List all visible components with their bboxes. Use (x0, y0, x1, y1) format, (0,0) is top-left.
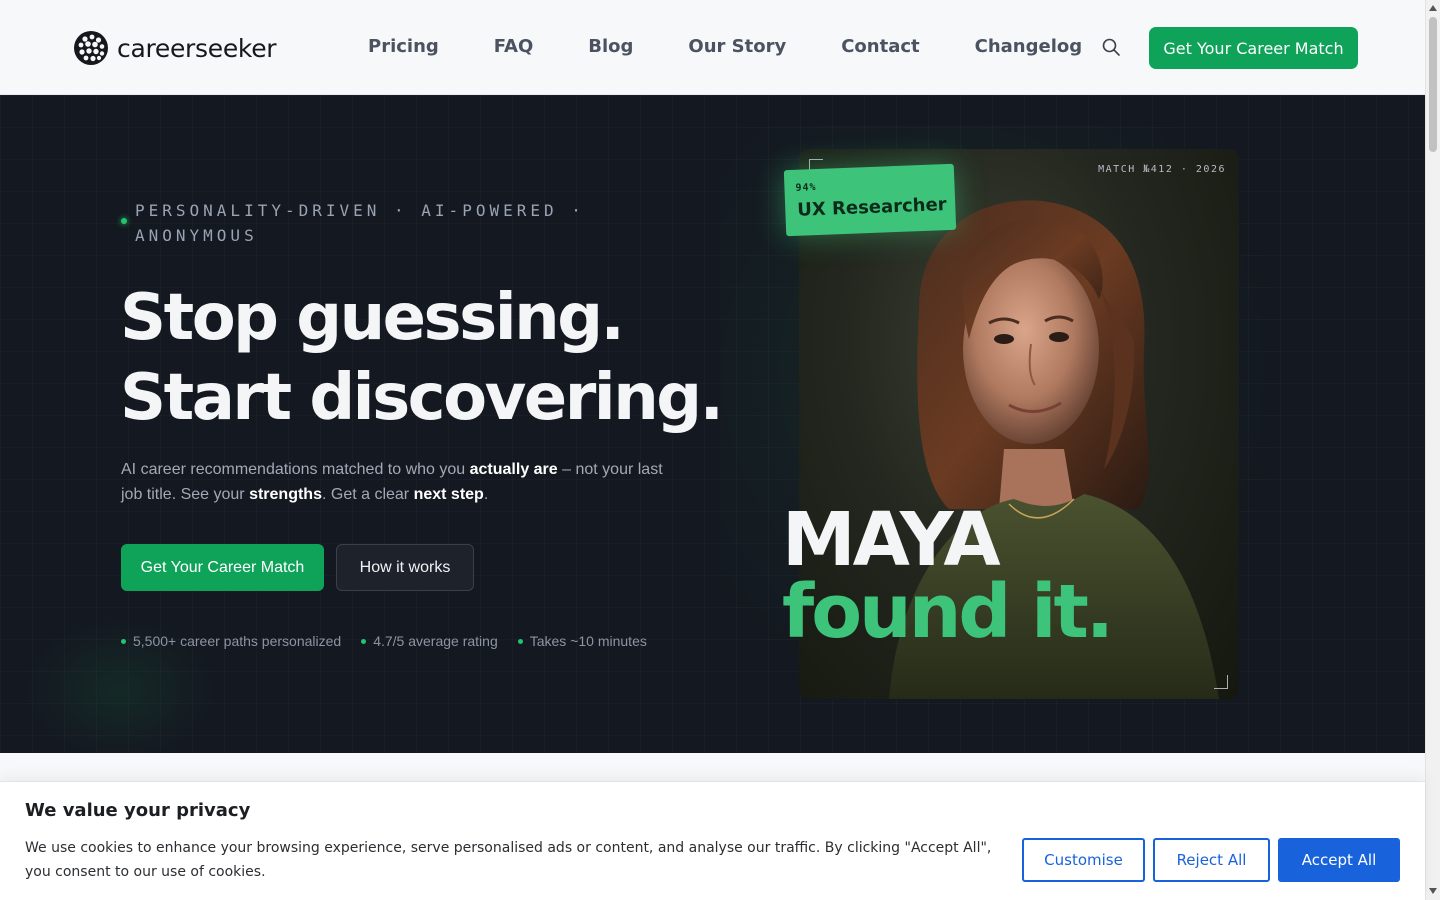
page-scrollbar[interactable] (1425, 0, 1440, 900)
logo-text: careerseeker (117, 33, 277, 63)
match-badge: 94% UX Researcher (783, 163, 957, 237)
main-nav: Pricing FAQ Blog Our Story Contact Chang… (368, 36, 1137, 57)
nav-link-changelog[interactable]: Changelog (975, 36, 1083, 57)
get-career-match-button[interactable]: Get Your Career Match (121, 544, 324, 591)
nav-link-faq[interactable]: FAQ (494, 36, 533, 57)
header-cta-button[interactable]: Get Your Career Match (1149, 27, 1358, 69)
match-code-label: MATCH №412 · 2026 (1098, 164, 1226, 175)
match-percent: 94% (795, 182, 817, 194)
stat-text: 4.7/5 average rating (373, 633, 498, 649)
subtitle-text: . (483, 486, 489, 503)
scroll-up-arrow-icon[interactable] (1429, 5, 1437, 11)
subtitle-emphasis-strengths: strengths (249, 486, 322, 503)
bullet-dot (517, 638, 523, 644)
logo-icon (74, 31, 108, 65)
hero-subtitle: AI career recommendations matched to who… (121, 457, 681, 507)
status-dot (121, 218, 127, 224)
hero-section: PERSONALITY-DRIVEN · AI-POWERED · ANONYM… (0, 95, 1425, 753)
nav-link-contact[interactable]: Contact (841, 36, 919, 57)
hero-eyebrow: PERSONALITY-DRIVEN · AI-POWERED · ANONYM… (135, 201, 585, 245)
scroll-thumb[interactable] (1429, 17, 1437, 152)
frame-corner (1214, 675, 1228, 689)
nav-link-our-story[interactable]: Our Story (688, 36, 786, 57)
search-button[interactable] (1101, 37, 1123, 59)
stat-text: 5,500+ career paths personalized (133, 633, 342, 649)
site-header: careerseeker Pricing FAQ Blog Our Story … (0, 0, 1425, 95)
stat-text: Takes ~10 minutes (529, 633, 647, 649)
nav-link-blog[interactable]: Blog (588, 36, 633, 57)
how-it-works-button[interactable]: How it works (336, 544, 474, 591)
subtitle-emphasis-next-step: next step (413, 486, 484, 503)
search-icon (1102, 38, 1120, 56)
scroll-down-arrow-icon[interactable] (1429, 888, 1437, 894)
headline-line-1: Stop guessing. (120, 281, 625, 355)
portrait-tagline: found it. (782, 569, 1114, 655)
subtitle-emphasis-actually-are: actually are (469, 461, 558, 478)
bullet-dot (121, 638, 126, 644)
stat-item: Takes ~10 minutes (517, 633, 647, 649)
stat-item: 5,500+ career paths personalized (121, 633, 341, 649)
stat-item: 4.7/5 average rating (361, 633, 498, 649)
headline-line-2: Start discovering. (120, 361, 724, 435)
subtitle-text: . Get a clear (321, 486, 414, 503)
hero-stats: 5,500+ career paths personalized 4.7/5 a… (121, 633, 667, 649)
subtitle-text: AI career recommendations matched to who… (121, 461, 470, 478)
customise-button[interactable]: Customise (1022, 838, 1145, 882)
reject-all-button[interactable]: Reject All (1153, 838, 1270, 882)
bullet-dot (361, 638, 367, 644)
cookie-title: We value your privacy (25, 800, 251, 821)
cookie-text: We use cookies to enhance your browsing … (25, 840, 992, 880)
match-role: UX Researcher (796, 194, 947, 221)
hero-headline: Stop guessing. Start discovering. (120, 278, 724, 438)
nav-link-pricing[interactable]: Pricing (368, 36, 439, 57)
portrait-name: MAYA (782, 497, 1001, 583)
cookie-banner: We value your privacy We use cookies to … (0, 781, 1425, 900)
logo[interactable]: careerseeker (73, 30, 277, 66)
accept-all-button[interactable]: Accept All (1278, 838, 1400, 882)
